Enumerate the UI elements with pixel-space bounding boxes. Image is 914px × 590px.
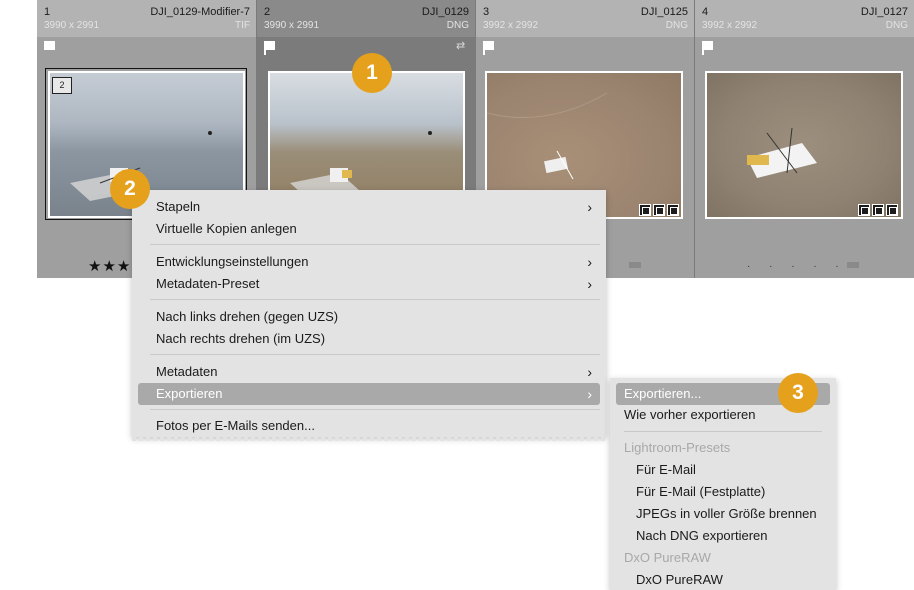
file-format: DNG	[446, 20, 469, 31]
cell-header: 3 DJI_0125 3992 x 2992 DNG	[476, 0, 694, 37]
menu-item-label: DxO PureRAW	[624, 550, 711, 565]
thumbnail-image[interactable]	[705, 71, 903, 219]
menu-item-label: Wie vorher exportieren	[624, 407, 756, 422]
menu-divider	[150, 354, 600, 355]
flag-icon[interactable]	[483, 41, 494, 55]
submenu-arrow-icon: ›	[587, 276, 592, 292]
cell-index: 4	[702, 6, 709, 18]
badge-icons	[858, 204, 902, 216]
menu-item-label: Exportieren	[156, 386, 223, 401]
file-name: DJI_0125	[640, 6, 688, 18]
file-name: DJI_0129-Modifier-7	[150, 6, 250, 18]
menu-item-label: Fotos per E-Mails senden...	[156, 418, 315, 433]
menu-item-rotate-left[interactable]: Nach links drehen (gegen UZS)	[138, 306, 600, 328]
menu-divider	[624, 431, 822, 432]
menu-item-label: Für E-Mail	[636, 462, 696, 477]
cell-header: 4 DJI_0127 3992 x 2992 DNG	[695, 0, 914, 37]
callout-badge-3: 3	[778, 373, 818, 413]
file-format: DNG	[665, 20, 688, 31]
menu-item-virtual-copies[interactable]: Virtuelle Kopien anlegen	[138, 218, 600, 240]
submenu-header-lightroom-presets: Lightroom-Presets	[616, 437, 830, 459]
cell-index: 1	[44, 6, 51, 18]
menu-item-label: Nach DNG exportieren	[636, 528, 768, 543]
menu-item-label: DxO PureRAW	[636, 572, 723, 587]
file-name: DJI_0129	[421, 6, 469, 18]
menu-item-stapeln[interactable]: Stapeln ›	[138, 196, 600, 218]
dimensions: 3990 x 2991	[44, 20, 100, 31]
grid-cell-4[interactable]: 4 DJI_0127 3992 x 2992 DNG · · · · ·	[695, 0, 914, 278]
metadata-badge-icon	[639, 204, 651, 216]
submenu-item-dxo-pureraw[interactable]: DxO PureRAW	[616, 569, 830, 590]
file-name: DJI_0127	[860, 6, 908, 18]
dimensions: 3992 x 2992	[483, 20, 539, 31]
menu-item-rotate-right[interactable]: Nach rechts drehen (im UZS)	[138, 328, 600, 350]
color-label-icon[interactable]	[847, 262, 859, 268]
menu-item-label: Für E-Mail (Festplatte)	[636, 484, 766, 499]
lightroom-grid-view: 1 DJI_0129-Modifier-7 3990 x 2991 TIF 2 …	[0, 0, 914, 590]
file-format: TIF	[235, 20, 250, 31]
submenu-arrow-icon: ›	[587, 199, 592, 215]
develop-badge-icon	[886, 204, 898, 216]
menu-divider	[150, 409, 600, 410]
flag-icon[interactable]	[44, 41, 55, 50]
collection-badge-icon	[653, 204, 665, 216]
star-rating[interactable]: ★★★	[88, 257, 131, 275]
menu-item-label: Nach rechts drehen (im UZS)	[156, 331, 326, 346]
submenu-item-email-disk[interactable]: Für E-Mail (Festplatte)	[616, 481, 830, 503]
develop-badge-icon	[667, 204, 679, 216]
submenu-item-email[interactable]: Für E-Mail	[616, 459, 830, 481]
menu-item-label: JPEGs in voller Größe brennen	[636, 506, 817, 521]
menu-divider	[150, 299, 600, 300]
submenu-header-dxo: DxO PureRAW	[616, 547, 830, 569]
stack-count-badge[interactable]: 2	[52, 77, 72, 94]
rating-dots[interactable]: · · · · ·	[747, 261, 847, 272]
menu-item-label: Metadaten	[156, 364, 218, 379]
menu-item-label: Lightroom-Presets	[624, 440, 731, 455]
menu-divider	[150, 244, 600, 245]
submenu-arrow-icon: ›	[587, 386, 592, 402]
submenu-item-burn-jpegs[interactable]: JPEGs in voller Größe brennen	[616, 503, 830, 525]
submenu-arrow-icon: ›	[587, 254, 592, 270]
flag-icon[interactable]	[702, 41, 713, 55]
metadata-badge-icon	[858, 204, 870, 216]
callout-badge-1: 1	[352, 53, 392, 93]
cell-index: 2	[264, 6, 271, 18]
menu-item-export[interactable]: Exportieren ›	[138, 383, 600, 405]
sync-icon[interactable]: ⇄	[456, 41, 469, 52]
menu-item-label: Exportieren...	[624, 386, 702, 401]
dimensions: 3992 x 2992	[702, 20, 758, 31]
cell-header: 1 DJI_0129-Modifier-7 3990 x 2991 TIF	[37, 0, 256, 37]
menu-item-label: Metadaten-Preset	[156, 276, 260, 291]
flag-icon[interactable]	[264, 41, 275, 55]
menu-item-label: Nach links drehen (gegen UZS)	[156, 309, 339, 324]
menu-item-email-photos[interactable]: Fotos per E-Mails senden...	[138, 415, 600, 437]
menu-item-develop-settings[interactable]: Entwicklungseinstellungen ›	[138, 251, 600, 273]
menu-item-label: Entwicklungseinstellungen	[156, 254, 309, 269]
callout-badge-2: 2	[110, 169, 150, 209]
menu-item-label: Virtuelle Kopien anlegen	[156, 221, 297, 236]
file-format: DNG	[885, 20, 908, 31]
cell-header: 2 DJI_0129 3990 x 2991 DNG	[257, 0, 475, 37]
cell-index: 3	[483, 6, 490, 18]
dimensions: 3990 x 2991	[264, 20, 320, 31]
badge-icons	[639, 204, 683, 216]
color-label-icon[interactable]	[629, 262, 641, 268]
menu-item-metadata-preset[interactable]: Metadaten-Preset ›	[138, 273, 600, 295]
menu-item-label: Stapeln	[156, 199, 201, 214]
submenu-arrow-icon: ›	[587, 364, 592, 380]
menu-item-metadata[interactable]: Metadaten ›	[138, 361, 600, 383]
context-menu: Stapeln › Virtuelle Kopien anlegen Entwi…	[132, 190, 606, 441]
collection-badge-icon	[872, 204, 884, 216]
submenu-item-export-dng[interactable]: Nach DNG exportieren	[616, 525, 830, 547]
boat-image	[747, 127, 817, 178]
